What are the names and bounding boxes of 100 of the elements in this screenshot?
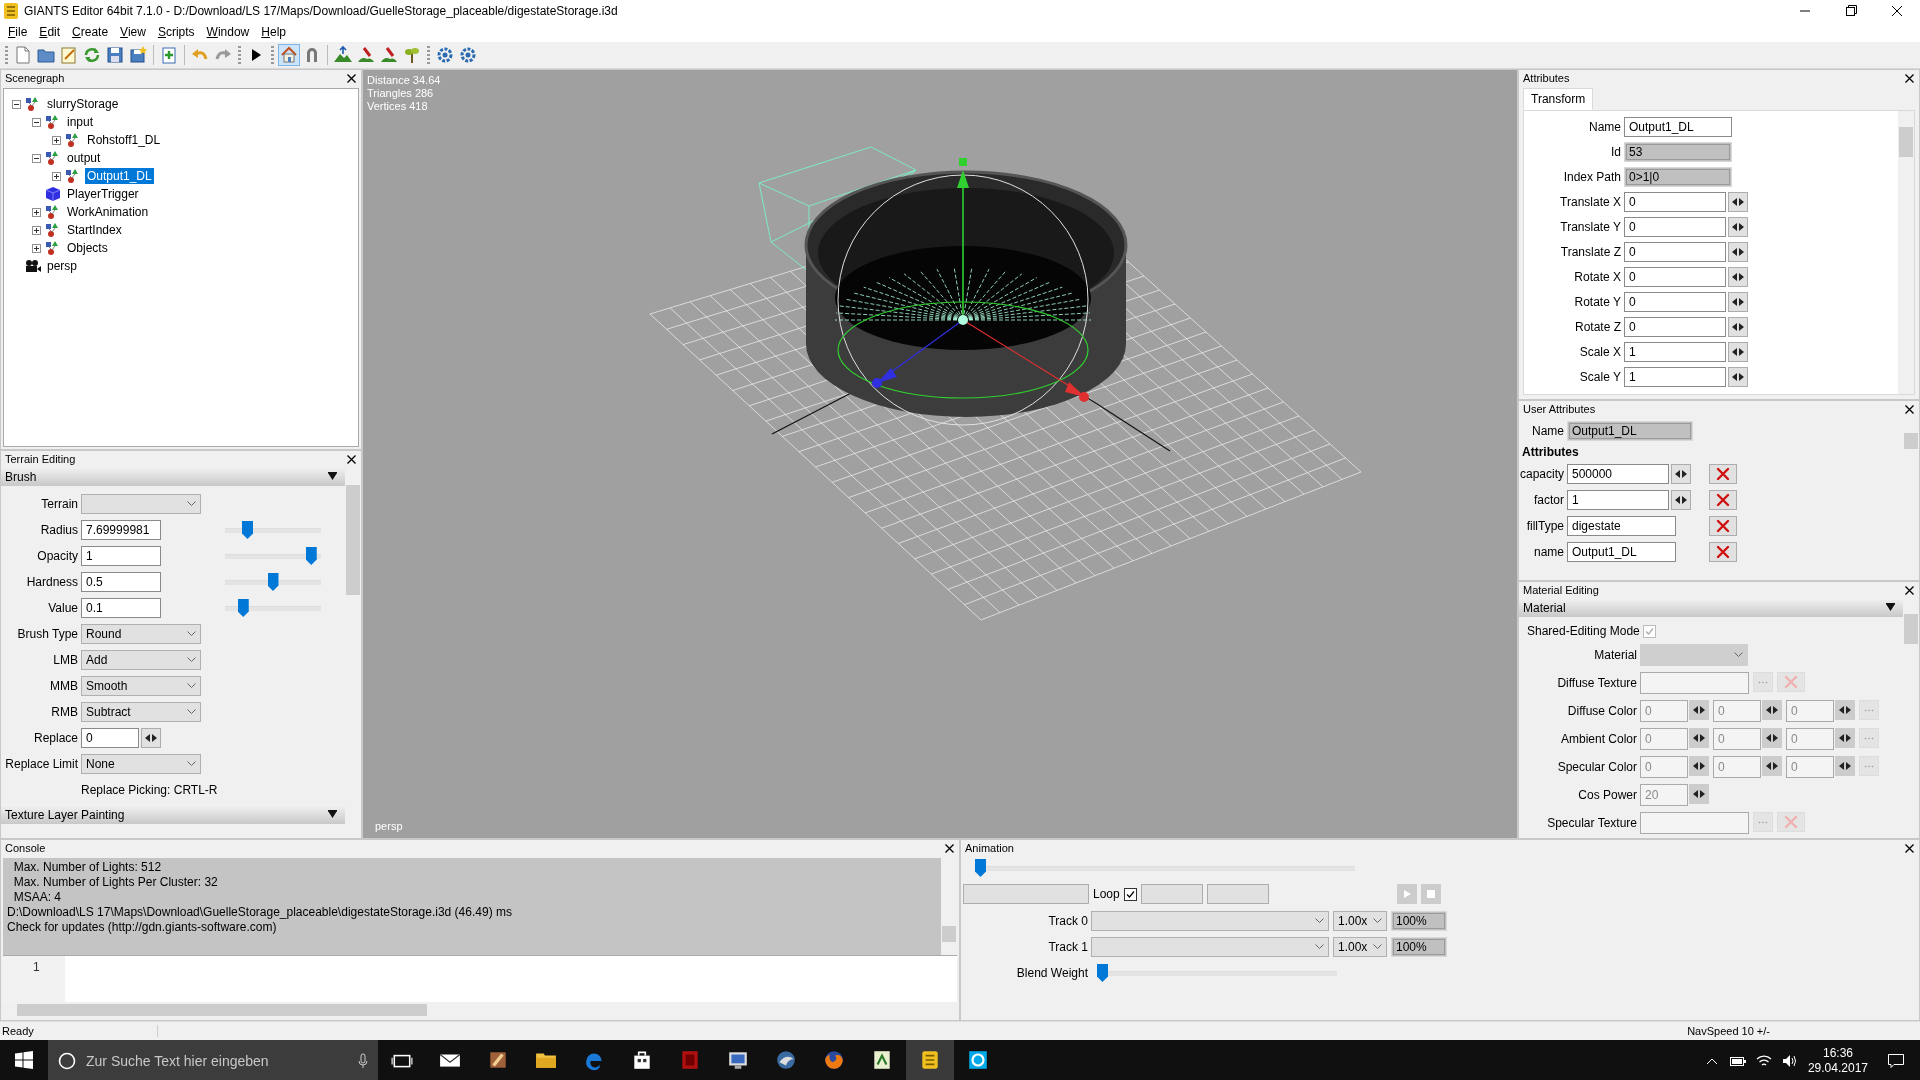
input-field[interactable]: [1140, 884, 1203, 904]
spin-button[interactable]: [1762, 728, 1782, 748]
tree-item[interactable]: StartIndex: [65, 222, 124, 238]
delete-button[interactable]: [1709, 516, 1737, 537]
expand-icon[interactable]: [32, 225, 41, 235]
slider-thumb[interactable]: [267, 573, 279, 591]
tree-item[interactable]: slurryStorage: [45, 96, 121, 112]
menu-item[interactable]: Create: [68, 25, 117, 39]
delete-button[interactable]: [1709, 464, 1737, 485]
search-field[interactable]: Zur Suche Text hier eingeben: [48, 1040, 378, 1080]
input-field[interactable]: 0: [1624, 191, 1726, 212]
input-field[interactable]: 1: [1624, 366, 1726, 387]
spin-button[interactable]: [1728, 266, 1748, 287]
dropdown[interactable]: None: [81, 754, 201, 774]
spin-button[interactable]: [1835, 756, 1855, 776]
section-header[interactable]: Texture Layer Painting: [1, 805, 345, 824]
spin-button[interactable]: [1728, 241, 1748, 262]
input-field[interactable]: 0: [1624, 216, 1726, 237]
spin-button[interactable]: [1671, 490, 1691, 511]
delete-button[interactable]: [1709, 490, 1737, 511]
tree-item[interactable]: WorkAnimation: [65, 204, 151, 220]
tab[interactable]: Transform: [1523, 88, 1594, 110]
expand-icon[interactable]: [32, 207, 41, 217]
input-field[interactable]: [1640, 812, 1749, 834]
close-icon[interactable]: [1905, 843, 1914, 853]
slider-thumb[interactable]: [305, 547, 317, 565]
spin-button[interactable]: [1728, 216, 1748, 237]
dropdown[interactable]: Round: [81, 624, 201, 644]
menu-item[interactable]: Scripts: [153, 25, 203, 39]
input-field[interactable]: 0: [1624, 316, 1726, 337]
close-icon[interactable]: [1905, 73, 1914, 83]
chevron-up-icon[interactable]: [1705, 1057, 1718, 1065]
spin-button[interactable]: [1835, 700, 1855, 720]
close-icon[interactable]: [347, 73, 356, 83]
input-field[interactable]: 1: [1567, 490, 1669, 511]
wifi-icon[interactable]: [1755, 1054, 1772, 1068]
tree-item[interactable]: Rohstoff1_DL: [85, 132, 163, 148]
collapse-icon[interactable]: [32, 117, 41, 127]
collapse-icon[interactable]: [12, 99, 21, 109]
close-icon[interactable]: [1905, 404, 1914, 414]
spin-button[interactable]: [1689, 728, 1709, 748]
dropdown[interactable]: 1.00x: [1333, 937, 1387, 957]
input-field[interactable]: 0.5: [81, 572, 161, 592]
spin-button[interactable]: [1689, 756, 1709, 776]
input-field[interactable]: digestate: [1567, 516, 1676, 537]
clock[interactable]: 16:36 29.04.2017: [1797, 1046, 1878, 1076]
spin-button[interactable]: [1728, 316, 1748, 337]
close-icon[interactable]: [1905, 585, 1914, 595]
delete-button[interactable]: [1709, 542, 1737, 563]
collapse-triangle-icon[interactable]: [328, 472, 337, 481]
tree-item[interactable]: PlayerTrigger: [65, 186, 141, 202]
input-field[interactable]: Output1_DL: [1567, 542, 1676, 563]
spin-button[interactable]: [1835, 728, 1855, 748]
input-field[interactable]: [1640, 672, 1749, 694]
taskbar-button[interactable]: [906, 1040, 954, 1080]
expand-icon[interactable]: [32, 243, 41, 253]
notification-icon[interactable]: [1888, 1054, 1904, 1068]
spin-button[interactable]: [1728, 366, 1748, 387]
spin-button[interactable]: [1689, 784, 1709, 804]
battery-icon[interactable]: [1729, 1055, 1746, 1067]
input-field[interactable]: 500000: [1567, 464, 1669, 485]
collapse-triangle-icon[interactable]: [328, 810, 337, 819]
checkbox[interactable]: [1123, 887, 1137, 901]
input-field[interactable]: [963, 884, 1089, 904]
slider-thumb[interactable]: [242, 521, 253, 539]
menu-item[interactable]: View: [116, 25, 154, 39]
scrollbar[interactable]: [1898, 111, 1914, 395]
spin-button[interactable]: [1689, 700, 1709, 720]
menu-item[interactable]: Window: [202, 25, 258, 39]
menu-item[interactable]: Edit: [35, 25, 69, 39]
input-field[interactable]: 7.69999981: [81, 520, 161, 540]
input-field[interactable]: Output1_DL: [1624, 116, 1732, 137]
input-field[interactable]: 0: [1624, 266, 1726, 287]
input-field[interactable]: 0: [1624, 291, 1726, 312]
collapse-triangle-icon[interactable]: [1886, 603, 1895, 612]
script-editor[interactable]: 1: [3, 955, 957, 1002]
dropdown[interactable]: Subtract: [81, 702, 201, 722]
input-field[interactable]: 1: [1624, 341, 1726, 362]
spin-button[interactable]: [1728, 191, 1748, 212]
tree-item[interactable]: Output1_DL: [85, 168, 154, 184]
collapse-icon[interactable]: [32, 153, 41, 163]
scrollbar[interactable]: [941, 858, 957, 955]
tree-item[interactable]: input: [65, 114, 96, 130]
expand-icon[interactable]: [52, 135, 61, 145]
spin-button[interactable]: [1762, 700, 1782, 720]
microphone-icon[interactable]: [358, 1053, 368, 1069]
menu-item[interactable]: File: [4, 25, 36, 39]
input-field[interactable]: [1206, 884, 1269, 904]
spin-button[interactable]: [1728, 341, 1748, 362]
spin-button[interactable]: [1671, 464, 1691, 485]
close-icon[interactable]: [347, 454, 356, 464]
slider-thumb[interactable]: [237, 599, 249, 617]
tree-item[interactable]: Objects: [65, 240, 110, 256]
input-field[interactable]: 1: [81, 546, 161, 566]
spin-button[interactable]: [1728, 291, 1748, 312]
input-field[interactable]: 0.1: [81, 598, 161, 618]
expand-icon[interactable]: [52, 171, 61, 181]
dropdown[interactable]: Smooth: [81, 676, 201, 696]
menu-item[interactable]: Help: [257, 25, 294, 39]
slider-thumb[interactable]: [1097, 964, 1108, 982]
